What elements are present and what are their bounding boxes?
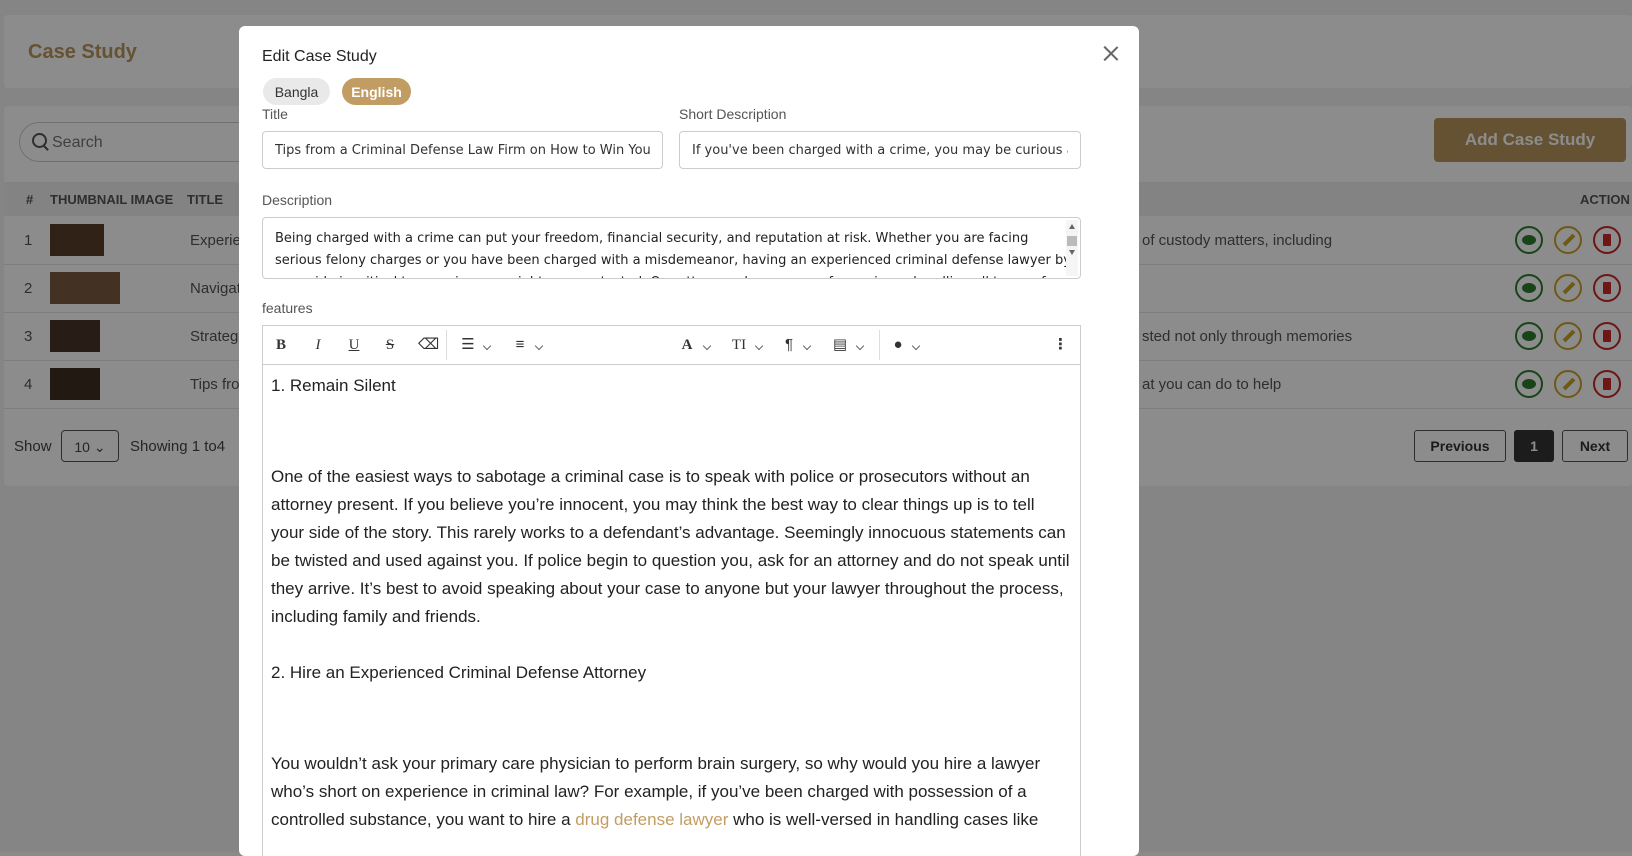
editor-toolbar: B I U S ⌫ ☰ ≡ A TI ¶ ▤ ● ⋮ <box>263 326 1080 365</box>
edit-case-study-modal: Edit Case Study Bangla English Title Sho… <box>239 26 1139 856</box>
eraser-icon[interactable]: ⌫ <box>418 334 439 356</box>
title-label: Title <box>262 106 288 122</box>
drug-defense-lawyer-link[interactable]: drug defense lawyer <box>575 810 728 829</box>
feature-heading-2: 2. Hire an Experienced Criminal Defense … <box>271 663 647 682</box>
description-textarea[interactable]: Being charged with a crime can put your … <box>262 217 1081 279</box>
feature-paragraph-1: One of the easiest ways to sabotage a cr… <box>271 467 1070 626</box>
underline-icon[interactable]: U <box>346 334 362 356</box>
font-color-icon[interactable]: A <box>678 334 696 356</box>
scroll-thumb[interactable] <box>1067 236 1077 246</box>
description-scrollbar[interactable] <box>1066 220 1078 276</box>
feature-paragraph-2: You wouldn’t ask your primary care physi… <box>271 754 1041 829</box>
more-icon[interactable]: ⋮ <box>1053 334 1068 356</box>
short-description-input[interactable] <box>679 131 1081 169</box>
description-label: Description <box>262 192 333 208</box>
editor-content[interactable]: 1. Remain Silent One of the easiest ways… <box>271 372 1071 834</box>
strikethrough-icon[interactable]: S <box>382 334 398 356</box>
description-text: Being charged with a crime can put your … <box>275 231 1071 278</box>
tab-bangla[interactable]: Bangla <box>263 78 330 105</box>
features-rich-text-editor[interactable]: B I U S ⌫ ☰ ≡ A TI ¶ ▤ ● ⋮ 1. Remain Sil… <box>262 325 1081 856</box>
font-size-icon[interactable]: TI <box>730 334 748 356</box>
bold-icon[interactable]: B <box>273 334 289 356</box>
toolbar-divider <box>446 330 447 360</box>
toolbar-divider <box>879 330 880 360</box>
tab-english[interactable]: English <box>342 78 411 105</box>
italic-icon[interactable]: I <box>310 334 326 356</box>
feature-heading-1: 1. Remain Silent <box>271 376 396 395</box>
title-input[interactable] <box>262 131 663 169</box>
scroll-up-icon[interactable] <box>1069 224 1075 229</box>
scroll-down-icon[interactable] <box>1069 250 1075 255</box>
short-description-label: Short Description <box>679 106 787 122</box>
features-label: features <box>262 300 313 316</box>
bullet-list-icon[interactable]: ☰ <box>460 334 476 356</box>
numbered-list-icon[interactable]: ≡ <box>512 334 528 356</box>
paragraph-icon[interactable]: ¶ <box>782 334 796 356</box>
modal-title: Edit Case Study <box>262 48 377 65</box>
highlight-icon[interactable]: ● <box>891 334 905 356</box>
close-icon[interactable] <box>1102 44 1120 62</box>
align-icon[interactable]: ▤ <box>831 334 849 356</box>
